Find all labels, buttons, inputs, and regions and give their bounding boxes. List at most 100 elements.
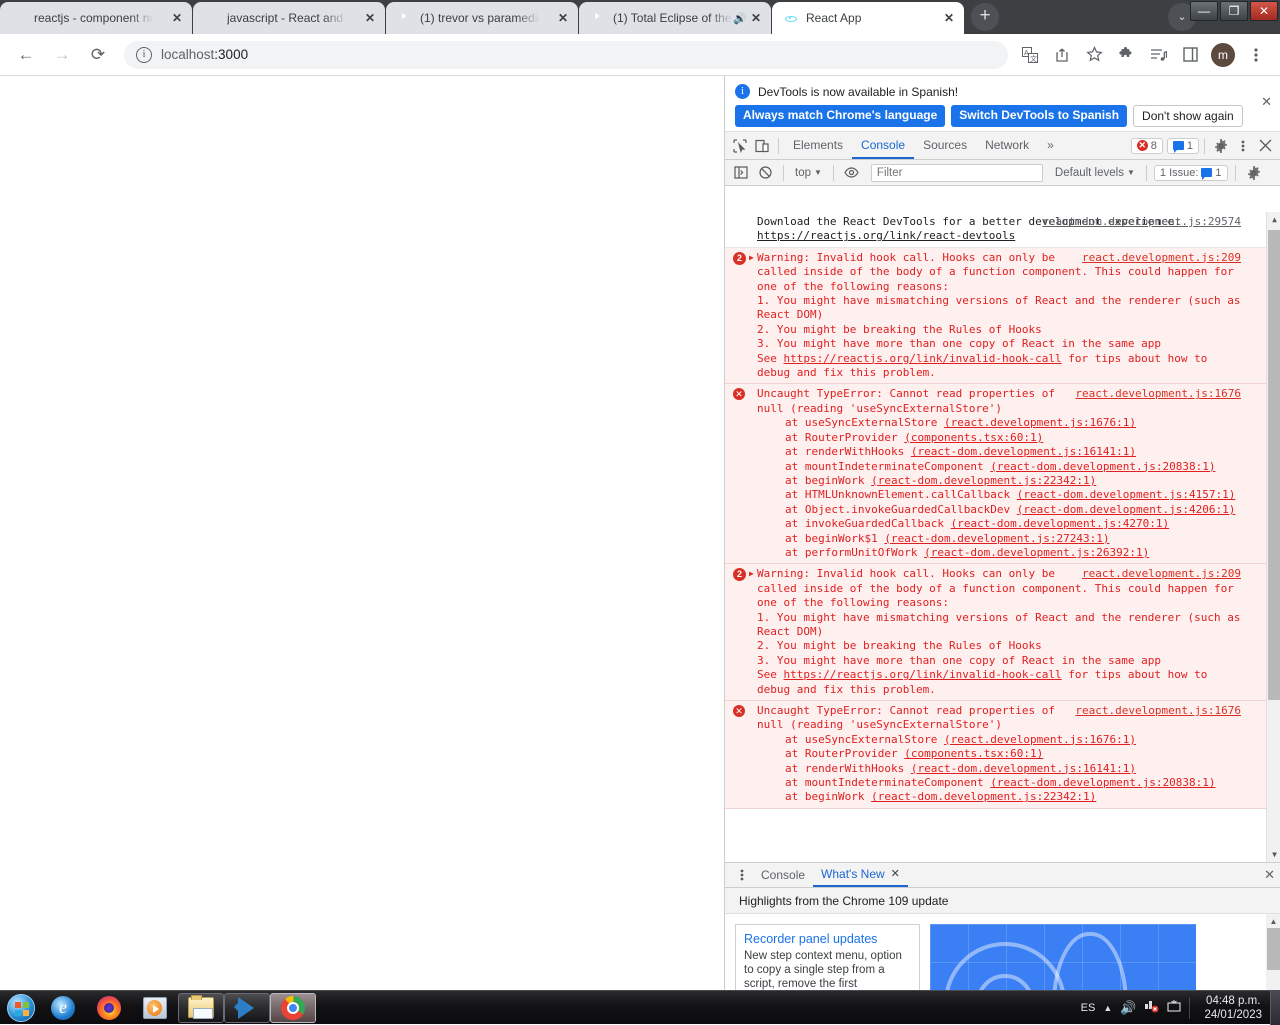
console-message-info[interactable]: react-dom.development.js:29574 Download t… — [725, 212, 1280, 248]
start-orb-icon[interactable] — [2, 993, 40, 1023]
switch-devtools-language-button[interactable]: Switch DevTools to Spanish — [951, 105, 1128, 127]
browser-tab[interactable]: (1) trevor vs paramedics - Y ✕ — [386, 2, 578, 34]
expand-arrow-icon[interactable]: ▶ — [749, 567, 754, 581]
drawer-tab-console[interactable]: Console — [753, 863, 813, 887]
bookmark-star-icon[interactable] — [1081, 42, 1107, 68]
volume-icon[interactable]: 🔊 — [1120, 1000, 1136, 1016]
console-link[interactable]: https://reactjs.org/link/invalid-hook-ca… — [784, 668, 1062, 681]
console-message-warning[interactable]: 2 ▶ react.development.js:209 Warning: Inval… — [725, 564, 1280, 701]
console-source-link[interactable]: react-dom.development.js:29574 — [1042, 215, 1241, 229]
console-message-error[interactable]: ✕ react.development.js:1676 Uncaught TypeE… — [725, 701, 1280, 809]
forward-button[interactable]: → — [48, 41, 76, 69]
tab-elements[interactable]: Elements — [784, 132, 852, 159]
error-count-badge[interactable]: ✕ 8 — [1130, 137, 1163, 154]
drawer-tab-close-icon[interactable]: ✕ — [891, 862, 900, 886]
tab-close-button[interactable]: ✕ — [940, 9, 958, 27]
network-error-icon[interactable] — [1144, 999, 1159, 1016]
taskbar-item-vscode[interactable] — [224, 992, 270, 1023]
whats-new-scrollbar[interactable]: ▲ — [1266, 914, 1280, 990]
show-desktop-button[interactable] — [1270, 990, 1280, 1025]
tabs-overflow-button[interactable]: » — [1038, 132, 1063, 159]
clock[interactable]: 04:48 p.m. 24/01/2023 — [1198, 994, 1268, 1022]
maximize-button[interactable]: ❐ — [1220, 1, 1248, 21]
console-settings-gear-icon[interactable] — [1243, 162, 1265, 184]
console-scrollbar[interactable]: ▲ ▼ — [1266, 212, 1280, 862]
log-levels-select[interactable]: Default levels ▼ — [1051, 167, 1139, 179]
new-tab-button[interactable]: + — [971, 3, 999, 31]
console-source-link[interactable]: react.development.js:1676 — [1075, 387, 1241, 401]
inspect-cursor-icon[interactable] — [729, 135, 751, 157]
whats-new-card[interactable]: Recorder panel updates New step context … — [735, 924, 920, 990]
console-source-link[interactable]: react.development.js:1676 — [1075, 704, 1241, 718]
console-source-link[interactable]: react.development.js:209 — [1082, 251, 1241, 265]
action-center-icon[interactable] — [1167, 999, 1181, 1016]
tab-close-button[interactable]: ✕ — [554, 9, 572, 27]
tab-console[interactable]: Console — [852, 132, 915, 159]
address-bar[interactable]: i localhost:3000 — [124, 40, 1008, 69]
scroll-down-arrow[interactable]: ▼ — [1267, 847, 1280, 862]
stack-frame-location[interactable]: (react-dom.development.js:16141:1) — [911, 762, 1136, 775]
always-match-language-button[interactable]: Always match Chrome's language — [735, 105, 946, 127]
drawer-tab-whats-new[interactable]: What's New ✕ — [813, 863, 908, 887]
site-info-icon[interactable]: i — [136, 46, 152, 63]
clear-console-icon[interactable] — [754, 162, 776, 184]
whats-new-card-title[interactable]: Recorder panel updates — [744, 931, 911, 947]
console-link[interactable]: https://reactjs.org/link/invalid-hook-ca… — [784, 352, 1062, 365]
tab-close-button[interactable]: ✕ — [747, 9, 765, 27]
stack-frame-location[interactable]: (react-dom.development.js:22342:1) — [871, 790, 1096, 803]
expand-arrow-icon[interactable]: ▶ — [749, 251, 754, 265]
console-source-link[interactable]: react.development.js:209 — [1082, 567, 1241, 581]
console-message-error[interactable]: ✕ react.development.js:1676 Uncaught TypeE… — [725, 384, 1280, 565]
tab-close-button[interactable]: ✕ — [168, 9, 186, 27]
scroll-up-arrow[interactable]: ▲ — [1267, 212, 1280, 227]
show-hidden-icons-arrow[interactable]: ▲ — [1103, 1003, 1112, 1013]
taskbar-item-internet-explorer[interactable]: e — [40, 993, 86, 1023]
chrome-menu-icon[interactable] — [1243, 42, 1269, 68]
browser-tab[interactable]: (1) Total Eclipse of the H 🔊 ✕ — [579, 2, 771, 34]
stack-frame-location[interactable]: (react-dom.development.js:20838:1) — [990, 460, 1215, 473]
stack-frame-location[interactable]: (react-dom.development.js:4270:1) — [951, 517, 1170, 530]
share-icon[interactable] — [1049, 42, 1075, 68]
stack-frame-location[interactable]: (react.development.js:1676:1) — [944, 733, 1136, 746]
stack-frame-location[interactable]: (react-dom.development.js:26392:1) — [924, 546, 1149, 559]
tab-sources[interactable]: Sources — [914, 132, 976, 159]
console-message-warning[interactable]: 2 ▶ react.development.js:209 Warning: Inval… — [725, 247, 1280, 385]
stack-frame-location[interactable]: (react.development.js:1676:1) — [944, 416, 1136, 429]
close-window-button[interactable]: ✕ — [1250, 1, 1278, 21]
kebab-menu-icon[interactable] — [1232, 135, 1254, 157]
browser-tab[interactable]: reactjs - component not ren ✕ — [0, 2, 192, 34]
back-button[interactable]: ← — [12, 41, 40, 69]
close-devtools-icon[interactable] — [1254, 135, 1276, 157]
live-expression-eye-icon[interactable] — [841, 162, 863, 184]
drawer-close-icon[interactable]: ✕ — [1264, 867, 1275, 883]
reading-list-icon[interactable] — [1145, 42, 1171, 68]
device-toolbar-icon[interactable] — [751, 135, 773, 157]
browser-tab[interactable]: React App ✕ — [772, 2, 964, 34]
stack-frame-location[interactable]: (react-dom.development.js:4206:1) — [1017, 503, 1236, 516]
close-banner-icon[interactable]: ✕ — [1261, 94, 1272, 110]
stack-frame-location[interactable]: (react-dom.development.js:16141:1) — [911, 445, 1136, 458]
stack-frame-location[interactable]: (react-dom.development.js:20838:1) — [990, 776, 1215, 789]
stack-frame-location[interactable]: (react-dom.development.js:27243:1) — [884, 532, 1109, 545]
translate-icon[interactable]: A文 — [1017, 42, 1043, 68]
extensions-puzzle-icon[interactable] — [1113, 42, 1139, 68]
execution-context-select[interactable]: top ▼ — [791, 167, 826, 179]
taskbar-item-firefox[interactable] — [86, 993, 132, 1023]
scroll-up-arrow[interactable]: ▲ — [1266, 914, 1280, 929]
scrollbar-thumb[interactable] — [1268, 230, 1280, 700]
scrollbar-thumb[interactable] — [1267, 928, 1280, 970]
tab-audio-icon[interactable]: 🔊 — [733, 12, 747, 25]
tab-close-button[interactable]: ✕ — [361, 9, 379, 27]
tab-network[interactable]: Network — [976, 132, 1038, 159]
avatar[interactable]: m — [1211, 42, 1235, 67]
taskbar-item-chrome[interactable] — [270, 992, 316, 1023]
stack-frame-location[interactable]: (react-dom.development.js:4157:1) — [1017, 488, 1236, 501]
console-filter-input[interactable] — [870, 163, 1043, 182]
taskbar-item-media-player[interactable] — [132, 993, 178, 1023]
minimize-button[interactable]: — — [1190, 1, 1218, 21]
issues-badge[interactable]: 1 Issue: 1 — [1153, 164, 1228, 181]
side-panel-icon[interactable] — [1177, 42, 1203, 68]
browser-tab[interactable]: javascript - React and Node ✕ — [193, 2, 385, 34]
message-count-badge[interactable]: 1 — [1166, 137, 1199, 154]
stack-frame-location[interactable]: (components.tsx:60:1) — [904, 431, 1043, 444]
